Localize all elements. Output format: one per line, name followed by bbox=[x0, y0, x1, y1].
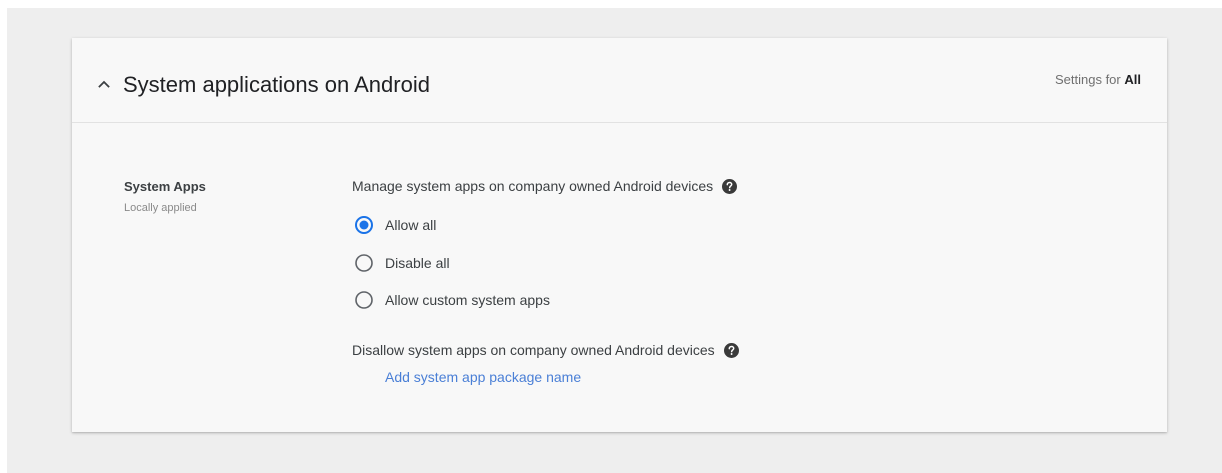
add-system-app-link[interactable]: Add system app package name bbox=[385, 368, 581, 386]
settings-card: System applications on Android Settings … bbox=[72, 38, 1167, 432]
setting-name: System Apps bbox=[124, 179, 206, 194]
radio-disable-all[interactable]: Disable all bbox=[355, 253, 450, 273]
manage-label-text: Manage system apps on company owned Andr… bbox=[352, 178, 714, 194]
radio-selected-icon[interactable] bbox=[355, 216, 373, 234]
settings-scope-prefix: Settings for bbox=[1054, 72, 1121, 87]
disallow-label-text: Disallow system apps on company owned An… bbox=[352, 342, 715, 358]
radio-label: Allow custom system apps bbox=[385, 292, 550, 308]
section-title: System applications on Android bbox=[123, 72, 430, 97]
radio-unselected-icon[interactable] bbox=[355, 254, 373, 272]
help-circle-icon[interactable] bbox=[722, 178, 738, 194]
radio-label: Allow all bbox=[385, 217, 437, 233]
settings-scope: Settings for All bbox=[1055, 71, 1141, 89]
settings-scope-value: All bbox=[1124, 72, 1141, 87]
radio-allow-custom[interactable]: Allow custom system apps bbox=[355, 290, 550, 310]
manage-system-apps-label: Manage system apps on company owned Andr… bbox=[352, 177, 738, 195]
radio-allow-all[interactable]: Allow all bbox=[355, 215, 436, 235]
disallow-system-apps-label: Disallow system apps on company owned An… bbox=[352, 341, 739, 359]
radio-unselected-icon[interactable] bbox=[355, 291, 373, 309]
radio-label: Disable all bbox=[385, 255, 450, 271]
card-header: System applications on Android Settings … bbox=[72, 38, 1167, 123]
help-circle-icon[interactable] bbox=[723, 342, 739, 358]
setting-status: Locally applied bbox=[124, 202, 197, 214]
chevron-up-icon[interactable] bbox=[96, 76, 112, 92]
